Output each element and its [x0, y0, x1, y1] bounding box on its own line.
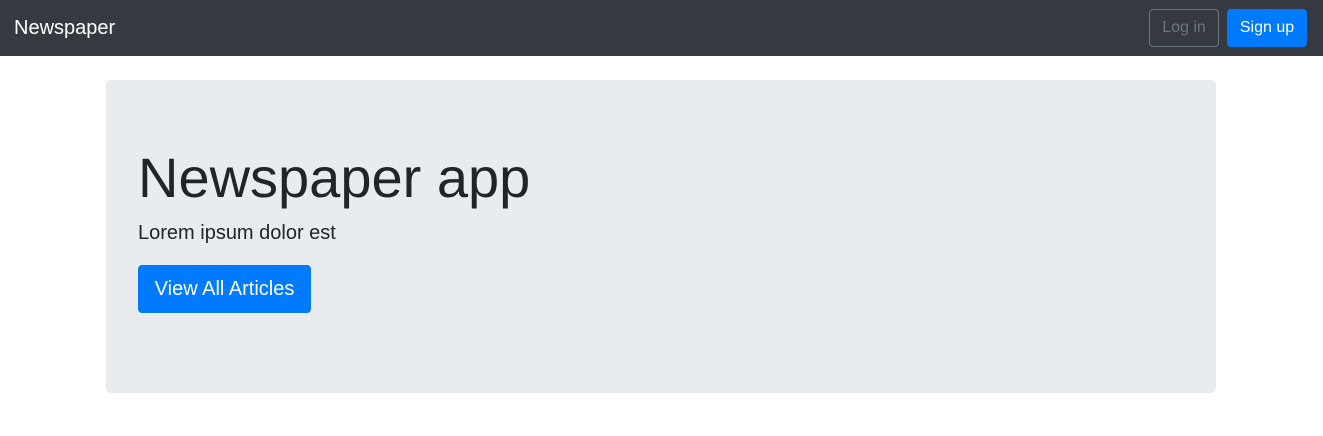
view-all-articles-button[interactable]: View All Articles	[138, 265, 311, 313]
signup-button[interactable]: Sign up	[1227, 9, 1307, 47]
hero-jumbotron: Newspaper app Lorem ipsum dolor est View…	[106, 80, 1216, 393]
top-navbar: Newspaper Log in Sign up	[0, 0, 1323, 56]
hero-subtitle: Lorem ipsum dolor est	[138, 222, 336, 244]
login-button[interactable]: Log in	[1149, 9, 1219, 47]
hero-title: Newspaper app	[138, 146, 531, 209]
navbar-actions: Log in Sign up	[1149, 9, 1307, 47]
navbar-brand-link[interactable]: Newspaper	[14, 14, 115, 42]
